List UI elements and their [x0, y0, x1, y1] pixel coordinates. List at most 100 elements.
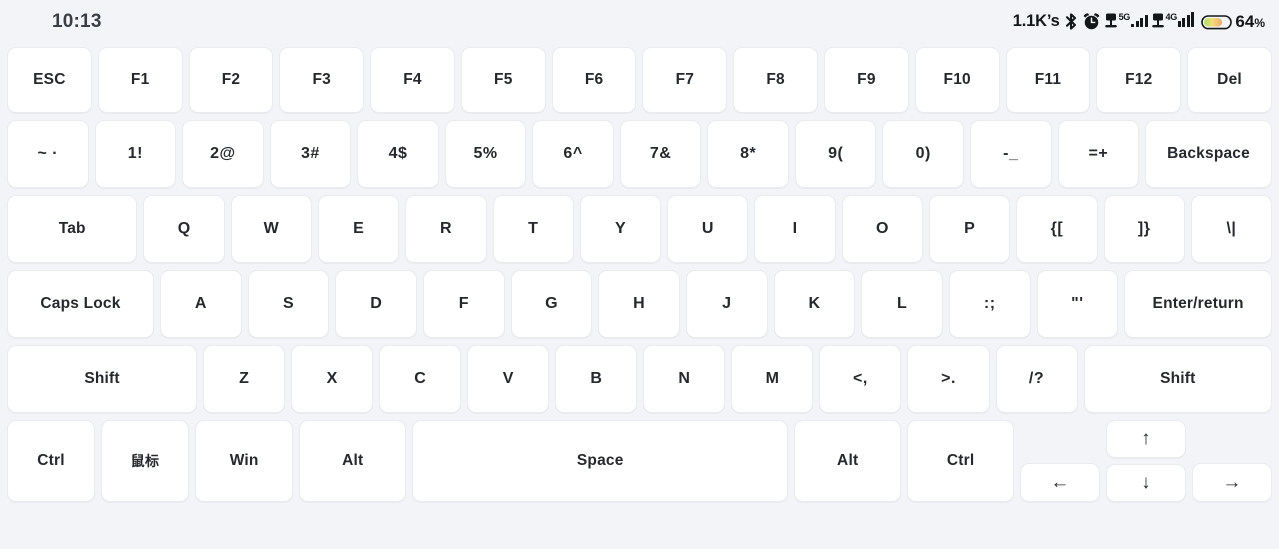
- key-v[interactable]: V: [467, 345, 550, 413]
- key-tab[interactable]: Tab: [7, 195, 138, 263]
- key-arrow-down[interactable]: ↓: [1106, 464, 1187, 502]
- key-t[interactable]: T: [492, 195, 574, 263]
- key-1[interactable]: 1!: [94, 120, 177, 188]
- key-z[interactable]: Z: [203, 345, 286, 413]
- key-alt-right[interactable]: Alt: [794, 420, 902, 502]
- key-d[interactable]: D: [335, 270, 417, 338]
- key-bracket-right[interactable]: ]}: [1103, 195, 1185, 263]
- key-backspace[interactable]: Backspace: [1145, 120, 1272, 188]
- key-backslash[interactable]: \|: [1190, 195, 1273, 263]
- key-arrow-left[interactable]: ←: [1020, 463, 1101, 502]
- virtual-keyboard: ESC F1 F2 F3 F4 F5 F6 F7 F8 F9 F10 F11 F…: [0, 43, 1279, 549]
- key-minus[interactable]: -_: [970, 120, 1052, 188]
- key-s[interactable]: S: [247, 270, 330, 338]
- key-6[interactable]: 6^: [532, 120, 614, 188]
- status-clock: 10:13: [52, 10, 102, 32]
- keyboard-row-qwerty: Tab Q W E R T Y U I O P {[ ]} \|: [7, 195, 1273, 263]
- key-semicolon[interactable]: :;: [948, 270, 1031, 338]
- key-7[interactable]: 7&: [619, 120, 702, 188]
- keyboard-row-function: ESC F1 F2 F3 F4 F5 F6 F7 F8 F9 F10 F11 F…: [7, 47, 1272, 113]
- key-b[interactable]: B: [555, 345, 638, 413]
- key-r[interactable]: R: [405, 195, 487, 263]
- key-f1[interactable]: F1: [97, 47, 183, 113]
- key-e[interactable]: E: [317, 195, 400, 263]
- battery-indicator: 64%: [1201, 12, 1265, 32]
- key-esc[interactable]: ESC: [7, 47, 92, 113]
- key-equals[interactable]: =+: [1057, 120, 1140, 188]
- keyboard-row-shift: Shift Z X C V B N M <, >. /? Shift: [7, 345, 1273, 413]
- key-arrow-right[interactable]: →: [1192, 463, 1272, 502]
- key-p[interactable]: P: [928, 195, 1011, 263]
- battery-percent-label: 64%: [1235, 11, 1265, 31]
- key-k[interactable]: K: [773, 270, 856, 338]
- key-8[interactable]: 8*: [707, 120, 789, 188]
- key-space[interactable]: Space: [412, 420, 789, 502]
- key-arrow-up[interactable]: ↑: [1106, 420, 1187, 458]
- key-x[interactable]: X: [291, 345, 374, 413]
- key-2[interactable]: 2@: [182, 120, 264, 188]
- key-shift-left[interactable]: Shift: [7, 345, 198, 413]
- key-f6[interactable]: F6: [551, 47, 637, 113]
- key-c[interactable]: C: [379, 345, 462, 413]
- key-f7[interactable]: F7: [642, 47, 728, 113]
- sim2-network-label: 4G: [1165, 12, 1178, 22]
- key-del[interactable]: Del: [1187, 47, 1272, 113]
- sim1-icon: [1104, 12, 1118, 31]
- keyboard-row-number: ~ · 1! 2@ 3# 4$ 5% 6^ 7& 8* 9( 0) -_ =+ …: [7, 120, 1272, 188]
- keyboard-row-bottom: Ctrl 鼠标 Win Alt Space Alt Ctrl ← ↑ ↓ →: [7, 420, 1272, 502]
- key-mouse[interactable]: 鼠标: [100, 420, 189, 502]
- key-3[interactable]: 3#: [269, 120, 352, 188]
- key-alt-left[interactable]: Alt: [299, 420, 407, 502]
- key-caps-lock[interactable]: Caps Lock: [7, 270, 154, 338]
- key-h[interactable]: H: [598, 270, 680, 338]
- key-shift-right[interactable]: Shift: [1083, 345, 1273, 413]
- key-4[interactable]: 4$: [357, 120, 439, 188]
- key-ctrl-right[interactable]: Ctrl: [907, 420, 1015, 502]
- key-w[interactable]: W: [230, 195, 312, 263]
- key-y[interactable]: Y: [579, 195, 662, 263]
- key-l[interactable]: L: [861, 270, 943, 338]
- key-f11[interactable]: F11: [1005, 47, 1091, 113]
- key-bracket-left[interactable]: {[: [1016, 195, 1098, 263]
- battery-icon: [1201, 12, 1234, 32]
- key-enter[interactable]: Enter/return: [1124, 270, 1272, 338]
- key-9[interactable]: 9(: [794, 120, 877, 188]
- key-i[interactable]: I: [754, 195, 836, 263]
- key-a[interactable]: A: [159, 270, 242, 338]
- key-period[interactable]: >.: [907, 345, 990, 413]
- network-speed-label: 1.1K’s: [1012, 12, 1060, 30]
- key-tilde-backtick[interactable]: ~ ·: [7, 120, 89, 188]
- sim1-network-label: 5G: [1118, 12, 1131, 22]
- bluetooth-icon: [1063, 12, 1079, 31]
- key-5[interactable]: 5%: [444, 120, 527, 188]
- key-f10[interactable]: F10: [914, 47, 1000, 113]
- key-f12[interactable]: F12: [1096, 47, 1182, 113]
- key-ctrl-left[interactable]: Ctrl: [7, 420, 95, 502]
- sim1-signal-group: 5G: [1104, 12, 1148, 31]
- key-f3[interactable]: F3: [279, 47, 365, 113]
- key-f8[interactable]: F8: [733, 47, 819, 113]
- key-f2[interactable]: F2: [188, 47, 274, 113]
- alarm-clock-icon: [1082, 12, 1101, 31]
- key-f5[interactable]: F5: [460, 47, 546, 113]
- status-bar: 10:13 1.1K’s 5G 4G 64%: [0, 0, 1279, 43]
- arrow-right-spacer: [1192, 420, 1272, 457]
- key-q[interactable]: Q: [143, 195, 225, 263]
- key-slash[interactable]: /?: [995, 345, 1078, 413]
- key-win[interactable]: Win: [194, 420, 294, 502]
- key-f[interactable]: F: [422, 270, 505, 338]
- arrow-right-column: →: [1192, 420, 1272, 502]
- key-f9[interactable]: F9: [824, 47, 909, 113]
- key-m[interactable]: M: [731, 345, 814, 413]
- sim1-signal-bars: [1131, 12, 1148, 27]
- key-j[interactable]: J: [685, 270, 768, 338]
- key-g[interactable]: G: [510, 270, 593, 338]
- key-f4[interactable]: F4: [370, 47, 455, 113]
- key-comma[interactable]: <,: [819, 345, 902, 413]
- key-n[interactable]: N: [643, 345, 726, 413]
- arrow-middle-column: ↑ ↓: [1106, 420, 1187, 502]
- key-u[interactable]: U: [667, 195, 749, 263]
- key-0[interactable]: 0): [882, 120, 965, 188]
- key-o[interactable]: O: [841, 195, 923, 263]
- key-quote[interactable]: "': [1036, 270, 1119, 338]
